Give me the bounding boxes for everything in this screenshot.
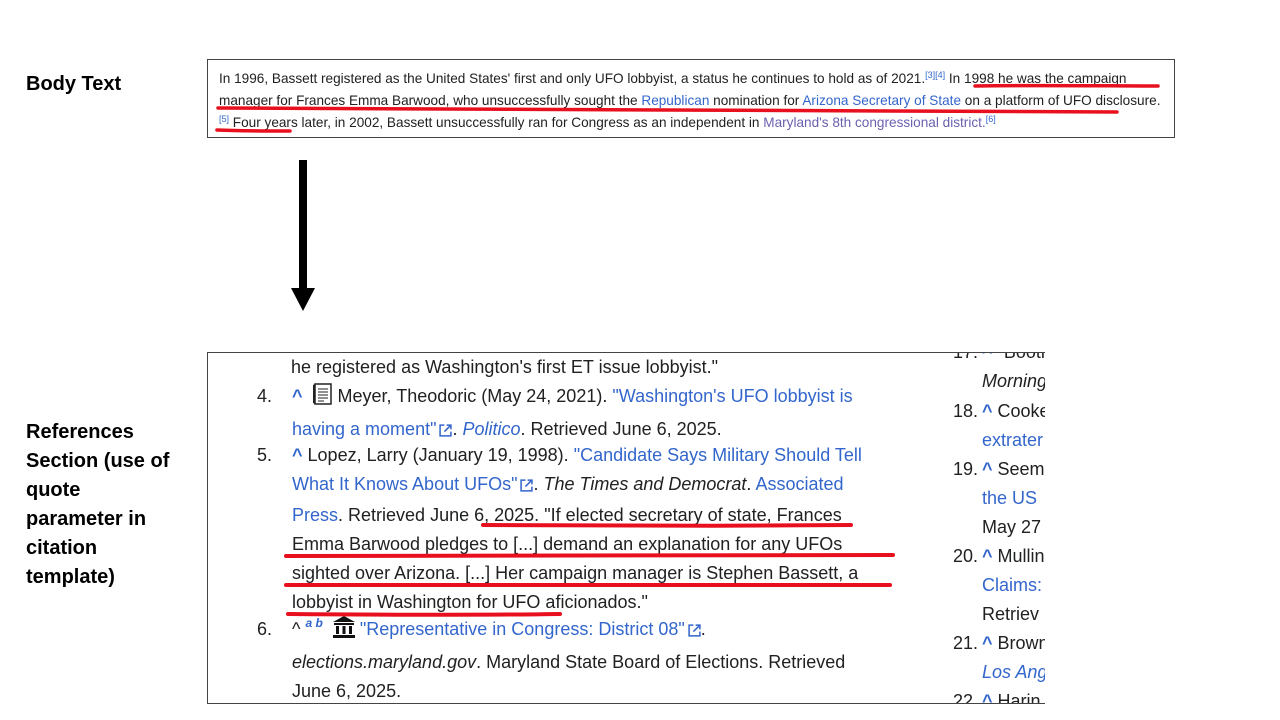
reference-col2-snippet: Harin: [992, 691, 1041, 704]
reference-col2-text: extrater: [982, 430, 1044, 450]
newspaper-icon: [312, 382, 334, 415]
reference-col2-line: the US: [948, 484, 1037, 513]
reference-4-work-title: Politico: [462, 419, 521, 439]
reference-col2-text: May 27: [982, 517, 1042, 537]
reference-4: 4. ^ Meyer, Theodoric (May 24, 2021). "W…: [248, 382, 888, 446]
reference-col2-text: ^ Seem: [982, 459, 1045, 479]
reference-col2-backlink[interactable]: ^: [982, 633, 993, 653]
reference-col2-line: 19. ^ Seem: [948, 455, 1045, 484]
reference-col2-line: 21. ^ Brown: [948, 629, 1045, 658]
reference-5-backlink[interactable]: ^: [292, 445, 303, 465]
reference-col2-line: 22. ^ Harin: [948, 687, 1041, 704]
reference-col2-snippet: Mullin: [992, 546, 1045, 566]
reference-5-retrieved: Retrieved June 6, 2025.: [348, 505, 540, 525]
reference-col2-snippet: Cooke: [992, 401, 1045, 421]
external-link-icon: [520, 472, 534, 501]
reference-4-author: Meyer, Theodoric (May 24, 2021).: [337, 386, 608, 406]
references-excerpt: he registered as Washington's first ET i…: [207, 352, 1045, 704]
reference-col2-line: extrater: [948, 426, 1043, 455]
reference-col2-backlink[interactable]: ^: [982, 459, 993, 479]
references-column-2: 17.^ "BoothMorning18.^ Cookeextrater19.^…: [948, 353, 1045, 704]
reference-col2-number: 22.: [952, 691, 978, 704]
reference-4-number: 4.: [256, 386, 272, 406]
reference-col2-line: Los Ang: [948, 658, 1045, 687]
reference-col2-number: 21.: [952, 633, 978, 653]
reference-col2-backlink[interactable]: ^: [982, 353, 993, 362]
reference-col2-line: 20. ^ Mullin: [948, 542, 1045, 571]
reference-6-number: 6.: [256, 619, 272, 639]
reference-6: 6. ^ a b "Representative in Congress: Di…: [248, 615, 888, 703]
reference-6-caret: ^: [292, 619, 301, 639]
reference-col2-line: Claims:: [948, 571, 1042, 600]
reference-3-text: he registered as Washington's first ET i…: [291, 357, 719, 377]
reference-col2-number: 18.: [952, 401, 978, 421]
reference-col2-text: Claims:: [982, 575, 1043, 595]
reference-4-backlink[interactable]: ^: [292, 386, 303, 406]
external-link-icon: [688, 617, 701, 646]
reference-col2-text: ^ Cooke: [982, 401, 1045, 421]
reference-5-number: 5.: [256, 445, 272, 465]
reference-col2-text: ^ Mullin: [982, 546, 1045, 566]
reference-col2-snippet: Seem: [992, 459, 1045, 479]
reference-4-work[interactable]: Politico: [462, 419, 520, 439]
reference-col2-line: Morning: [948, 367, 1045, 396]
reference-col2-line: Retriev: [948, 600, 1039, 629]
reference-col2-text: Los Ang: [982, 662, 1045, 682]
reference-col2-line: 17. ^ "Booth: [948, 353, 1045, 367]
reference-col2-backlink[interactable]: ^: [982, 401, 993, 421]
reference-col2-line: May 27: [948, 513, 1041, 542]
reference-col2-text: ^ Brown: [982, 633, 1045, 653]
reference-col2-number: 20.: [952, 546, 978, 566]
reference-col2-text: the US: [982, 488, 1038, 508]
reference-6-title-link[interactable]: "Representative in Congress: District 08…: [360, 619, 685, 639]
reference-col2-snippet: Brown: [992, 633, 1045, 653]
reference-col2-number: 17.: [948, 353, 978, 367]
reference-col2-text: Retriev: [982, 604, 1040, 624]
reference-col2-text: Morning: [982, 371, 1045, 391]
reference-4-retrieved: . Retrieved June 6, 2025.: [520, 419, 722, 439]
reference-5-author: Lopez, Larry (January 19, 1998).: [307, 445, 569, 465]
references-column-1: he registered as Washington's first ET i…: [208, 353, 928, 703]
reference-5-work: The Times and Democrat: [543, 474, 747, 494]
reference-col2-backlink[interactable]: ^: [982, 691, 993, 703]
reference-col2-backlink[interactable]: ^: [982, 546, 993, 566]
reference-5: 5. ^ Lopez, Larry (January 19, 1998). "C…: [248, 441, 888, 617]
reference-col2-text: ^ "Booth: [982, 353, 1045, 362]
reference-6-work: elections.maryland.gov: [292, 652, 477, 672]
reference-col2-snippet: "Booth: [993, 353, 1045, 362]
reference-3-tail: he registered as Washington's first ET i…: [291, 353, 911, 382]
reference-col2-number: 19.: [952, 459, 978, 479]
government-building-icon: [332, 615, 356, 648]
reference-col2-text: ^ Harin: [982, 691, 1041, 704]
reference-6-backlinks[interactable]: a b: [305, 616, 322, 630]
reference-col2-line: 18. ^ Cooke: [948, 397, 1045, 426]
